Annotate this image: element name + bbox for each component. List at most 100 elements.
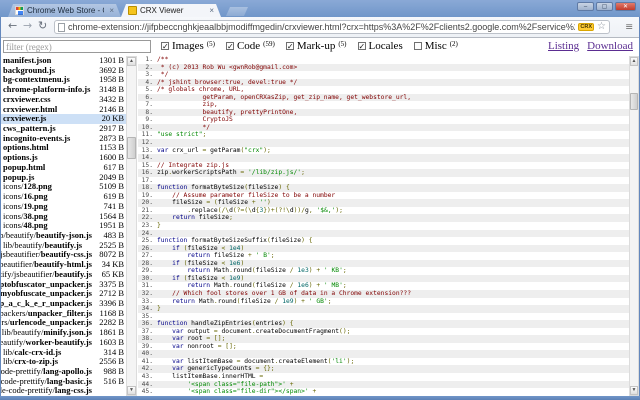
line-number: 40. xyxy=(138,350,157,358)
code-line: 34.} xyxy=(138,305,629,313)
file-row[interactable]: lib/google-code-prettify/lang-basic.js51… xyxy=(1,377,126,387)
line-number: 25. xyxy=(138,237,157,245)
crx-extension-icon[interactable]: CRX xyxy=(578,23,594,31)
line-number: 23. xyxy=(138,222,157,230)
file-name: beautify-html.js xyxy=(34,260,92,269)
line-number: 8. xyxy=(138,109,157,117)
code-text: } xyxy=(157,222,629,230)
code-line: 45. '<span class="file-dir"></span>' + xyxy=(138,388,629,396)
listing-link[interactable]: Listing xyxy=(548,40,579,52)
code-line: 17. xyxy=(138,177,629,185)
tab-close-icon[interactable]: × xyxy=(207,6,214,15)
line-number: 7. xyxy=(138,101,157,109)
scroll-down-icon[interactable]: ▼ xyxy=(127,386,136,395)
checkbox-icon[interactable]: ✓ xyxy=(161,42,169,50)
filter-input[interactable] xyxy=(3,40,151,53)
file-name: myobfuscate_unpacker.js xyxy=(1,289,92,298)
forward-icon[interactable]: → xyxy=(23,19,32,32)
tab-strip: Chrome Web Store - C×CRX Viewer× xyxy=(8,4,248,17)
reload-icon[interactable]: ↻ xyxy=(38,19,47,32)
file-name: beautify-css.js xyxy=(41,250,92,259)
url-text[interactable]: chrome-extension://jifpbeccnghkjeaalbbjm… xyxy=(68,22,575,32)
checkbox-icon[interactable]: ✓ xyxy=(358,42,366,50)
file-path: lib/beautify/jsbeautifier/beautify-html.… xyxy=(1,260,92,270)
checkbox-icon[interactable]: ✓ xyxy=(286,42,294,50)
chrome-menu-icon[interactable]: ≡ xyxy=(626,20,633,34)
maximize-button[interactable]: ▢ xyxy=(596,2,613,11)
filter-checkbox-locales[interactable]: ✓Locales xyxy=(358,40,403,52)
file-name: lang-basic.js xyxy=(47,377,92,386)
filter-count: (59) xyxy=(263,40,275,48)
code-line: 11."use strict"; xyxy=(138,131,629,139)
line-number: 26. xyxy=(138,245,157,253)
code-text xyxy=(157,350,629,358)
file-name: manifest.json xyxy=(3,56,51,65)
code-line: 23.} xyxy=(138,222,629,230)
tab-close-icon[interactable]: × xyxy=(107,6,114,15)
line-number: 44. xyxy=(138,381,157,389)
filter-checkbox-misc[interactable]: Misc(2) xyxy=(414,40,458,52)
filter-checkbox-code[interactable]: ✓Code(59) xyxy=(226,40,275,52)
browser-toolbar: ← → ↻ chrome-extension://jifpbeccnghkjea… xyxy=(0,17,640,38)
file-dir: icons/ xyxy=(3,212,23,221)
code-line: 3. */ xyxy=(138,71,629,79)
file-name: minify.json.js xyxy=(43,328,92,337)
line-number: 12. xyxy=(138,139,157,147)
code-line: 19. // Assume parameter fileSize to be a… xyxy=(138,192,629,200)
file-path: cws_pattern.js xyxy=(1,124,92,134)
code-line: 44. '<span class="file-path">' + xyxy=(138,381,629,389)
line-number: 18. xyxy=(138,184,157,192)
file-name: crxviewer.css xyxy=(3,95,51,104)
window-frame-left xyxy=(0,17,1,400)
line-number: 33. xyxy=(138,298,157,306)
scroll-down-icon[interactable]: ▼ xyxy=(630,386,638,395)
code-line: 7. zip, xyxy=(138,101,629,109)
filter-checkbox-images[interactable]: ✓Images(5) xyxy=(161,40,215,52)
file-dir: lib/ xyxy=(3,348,14,357)
tab-inactive[interactable]: Chrome Web Store - C× xyxy=(8,4,121,17)
address-bar[interactable]: chrome-extension://jifpbeccnghkjeaalbbjm… xyxy=(54,20,610,34)
file-list-scrollbar[interactable]: ▲ ▼ xyxy=(126,56,137,396)
line-number: 30. xyxy=(138,275,157,283)
file-path: lib/beautify/minify.json.js xyxy=(1,328,92,338)
code-text: return fileSize; xyxy=(157,214,629,222)
file-name: crxviewer.js xyxy=(3,114,46,123)
checkbox-icon[interactable] xyxy=(414,42,422,50)
source-code-view: 1./**2. * (c) 2013 Rob Wu <gwnRob@gmail.… xyxy=(138,56,629,396)
code-text: return Math.round(fileSize / 1e3) + ' KB… xyxy=(157,267,629,275)
back-icon[interactable]: ← xyxy=(8,19,17,32)
window-controls: – ▢ ✕ xyxy=(577,2,636,11)
window-close-button[interactable]: ✕ xyxy=(615,2,636,11)
window-titlebar: Chrome Web Store - C×CRX Viewer× – ▢ ✕ xyxy=(0,0,640,17)
tab-active[interactable]: CRX Viewer× xyxy=(121,4,221,17)
file-row[interactable]: lib/google-code-prettify/lang-css.js xyxy=(1,386,126,396)
line-number: 37. xyxy=(138,328,157,336)
code-line: 26. if (fileSize < 1e4) xyxy=(138,245,629,253)
file-dir: lib/beautify/ xyxy=(3,241,45,250)
scrollbar-thumb[interactable] xyxy=(630,93,638,110)
minimize-button[interactable]: – xyxy=(577,2,594,11)
line-number: 20. xyxy=(138,199,157,207)
code-line: 28. if (fileSize < 1e6) xyxy=(138,260,629,268)
code-line: 42. var genericTypeCounts = {}; xyxy=(138,365,629,373)
code-scrollbar[interactable]: ▲ ▼ xyxy=(629,56,639,396)
checkbox-icon[interactable]: ✓ xyxy=(226,42,234,50)
code-line: 24. xyxy=(138,230,629,238)
new-tab-button[interactable] xyxy=(226,7,248,16)
line-number: 10. xyxy=(138,124,157,132)
code-text: var genericTypeCounts = {}; xyxy=(157,365,629,373)
bookmark-star-icon[interactable]: ☆ xyxy=(597,22,606,32)
scroll-up-icon[interactable]: ▲ xyxy=(127,57,136,66)
file-dir: lib/beautify/jsbeautifier/ xyxy=(1,260,34,269)
download-link[interactable]: Download xyxy=(587,40,633,52)
line-number: 27. xyxy=(138,252,157,260)
line-number: 38. xyxy=(138,335,157,343)
file-path: lib/beautify/jsbeautifier/unpackers/myob… xyxy=(1,289,92,299)
file-dir: lib/google-code-prettify/ xyxy=(1,377,47,386)
file-dir: lib/beautify/jsbeautifier/unpackers/ xyxy=(1,309,28,318)
scrollbar-thumb[interactable] xyxy=(127,137,136,159)
scroll-up-icon[interactable]: ▲ xyxy=(630,57,638,66)
file-name: 19.png xyxy=(23,202,47,211)
filter-checkbox-mark-up[interactable]: ✓Mark-up(5) xyxy=(286,40,347,52)
file-path: popup.html xyxy=(1,163,92,173)
